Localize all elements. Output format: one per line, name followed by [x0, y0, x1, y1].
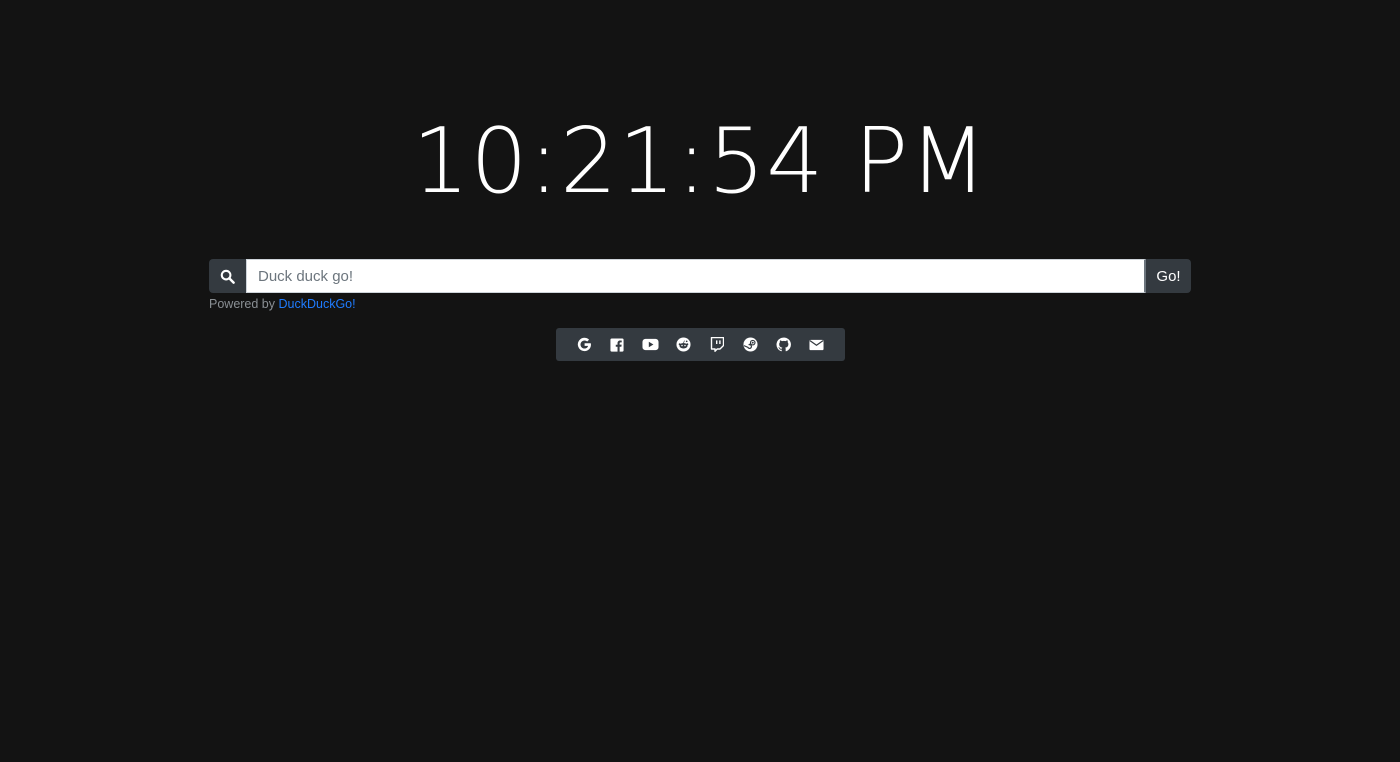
search-icon — [220, 269, 235, 284]
powered-by-text: Powered by DuckDuckGo! — [209, 297, 356, 311]
clock-display: 10:21:54 PM — [412, 109, 988, 214]
quick-links-bar — [556, 328, 845, 361]
facebook-icon[interactable] — [606, 334, 628, 356]
reddit-icon[interactable] — [673, 334, 695, 356]
youtube-icon[interactable] — [640, 334, 662, 356]
github-icon[interactable] — [773, 334, 795, 356]
start-page: 10:21:54 PM Go! Powered by DuckDuckGo! — [0, 0, 1400, 762]
steam-icon[interactable] — [739, 334, 761, 356]
powered-by-label: Powered by — [209, 297, 279, 311]
go-button[interactable]: Go! — [1146, 259, 1191, 293]
twitch-icon[interactable] — [706, 334, 728, 356]
google-icon[interactable] — [573, 334, 595, 356]
envelope-icon[interactable] — [806, 334, 828, 356]
search-bar: Go! — [209, 259, 1191, 293]
search-input[interactable] — [246, 259, 1146, 293]
duckduckgo-link[interactable]: DuckDuckGo! — [278, 297, 355, 311]
search-addon — [209, 259, 246, 293]
